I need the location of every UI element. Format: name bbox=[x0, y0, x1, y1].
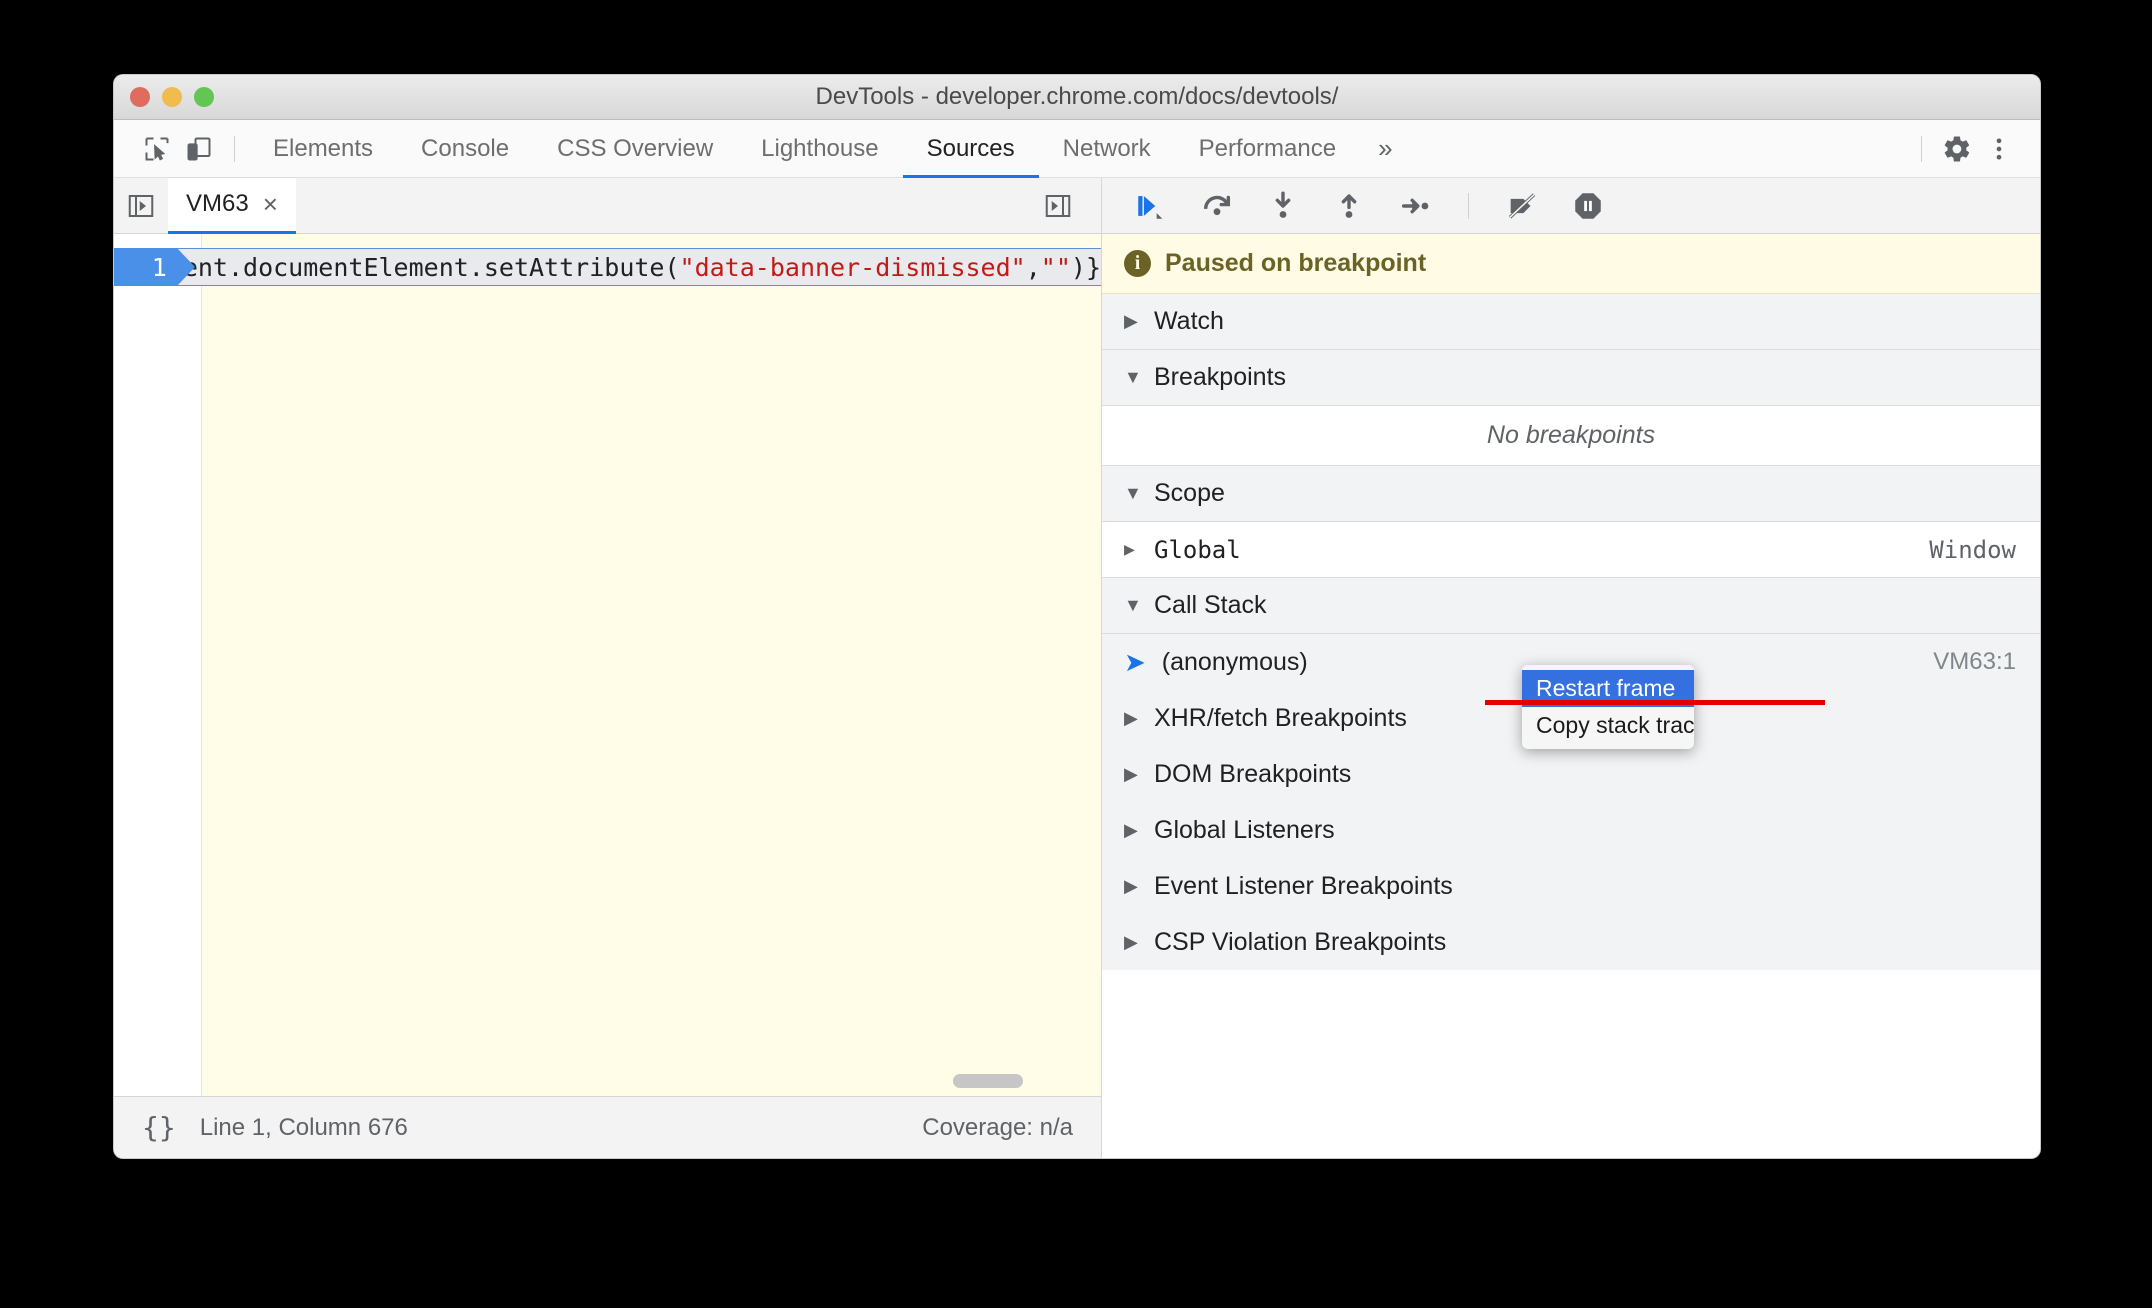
tab-network[interactable]: Network bbox=[1039, 120, 1175, 178]
frame-name: (anonymous) bbox=[1161, 647, 1308, 676]
window-titlebar: DevTools - developer.chrome.com/docs/dev… bbox=[114, 75, 2040, 120]
show-navigator-icon[interactable] bbox=[114, 178, 168, 234]
no-breakpoints-message: No breakpoints bbox=[1102, 406, 2040, 466]
code-suffix: )} bbox=[1070, 252, 1101, 282]
cursor-position: Line 1, Column 676 bbox=[199, 1113, 408, 1141]
step-icon[interactable] bbox=[1388, 182, 1442, 230]
tab-console[interactable]: Console bbox=[397, 120, 533, 178]
chevron-down-icon: ▼ bbox=[1124, 367, 1142, 387]
code-prefix: ent.documentElement.setAttribute( bbox=[182, 252, 680, 282]
section-breakpoints-label: Breakpoints bbox=[1154, 363, 1287, 391]
scope-value: Window bbox=[1929, 535, 2016, 564]
tab-css-overview[interactable]: CSS Overview bbox=[533, 120, 737, 178]
code-text: ent.documentElement.setAttribute("data-b… bbox=[183, 253, 1101, 282]
close-window-button[interactable] bbox=[130, 87, 150, 107]
chevron-right-icon: ▶ bbox=[1124, 931, 1138, 952]
current-frame-arrow-icon: ➤ bbox=[1124, 646, 1146, 677]
menu-item-copy-stack-trace[interactable]: Copy stack trace bbox=[1522, 707, 1694, 744]
chevron-down-icon: ▼ bbox=[1124, 595, 1142, 615]
zoom-window-button[interactable] bbox=[194, 87, 214, 107]
more-tabs-icon[interactable]: » bbox=[1360, 133, 1410, 164]
window-title: DevTools - developer.chrome.com/docs/dev… bbox=[815, 83, 1339, 110]
tab-performance[interactable]: Performance bbox=[1175, 120, 1360, 178]
scope-name: Global bbox=[1154, 535, 1241, 564]
scope-row-global[interactable]: ▶ Global Window bbox=[1102, 522, 2040, 578]
pretty-print-icon[interactable]: {} bbox=[142, 1111, 176, 1144]
devtools-window: DevTools - developer.chrome.com/docs/dev… bbox=[114, 75, 2040, 1158]
section-breakpoints[interactable]: ▼ Breakpoints bbox=[1102, 350, 2040, 406]
section-scope[interactable]: ▼ Scope bbox=[1102, 466, 2040, 522]
chevron-right-icon: ▶ bbox=[1124, 819, 1138, 840]
section-dom-breakpoints[interactable]: ▶ DOM Breakpoints bbox=[1102, 746, 2040, 802]
section-csp-label: CSP Violation Breakpoints bbox=[1154, 927, 1447, 956]
paused-banner-text: Paused on breakpoint bbox=[1165, 249, 1427, 277]
step-into-icon[interactable] bbox=[1256, 182, 1310, 230]
highlighted-code-line: 1 ent.documentElement.setAttribute("data… bbox=[114, 248, 1101, 286]
gear-icon[interactable] bbox=[1936, 128, 1978, 170]
frame-location: VM63:1 bbox=[1933, 648, 2016, 675]
screenshot-root: DevTools - developer.chrome.com/docs/dev… bbox=[0, 0, 2152, 1308]
file-tab-label: VM63 bbox=[186, 190, 249, 217]
pause-on-exceptions-icon[interactable] bbox=[1561, 182, 1615, 230]
devtools-panel-tabbar: Elements Console CSS Overview Lighthouse… bbox=[114, 120, 2040, 178]
tab-elements[interactable]: Elements bbox=[249, 120, 397, 178]
call-stack-context-menu: Restart frame Copy stack trace bbox=[1522, 665, 1694, 749]
sidebar-empty-area bbox=[1102, 970, 2040, 1158]
coverage-status: Coverage: n/a bbox=[922, 1113, 1073, 1141]
code-string-2: "" bbox=[1040, 252, 1071, 282]
close-icon[interactable]: × bbox=[263, 191, 278, 217]
strikethrough-annotation bbox=[1485, 700, 1825, 705]
editor-status-bar: {} Line 1, Column 676 Coverage: n/a bbox=[114, 1096, 1101, 1158]
section-scope-label: Scope bbox=[1154, 479, 1225, 507]
toolbar-divider-right bbox=[1921, 135, 1922, 162]
window-traffic-lights bbox=[130, 87, 214, 107]
section-call-stack[interactable]: ▼ Call Stack bbox=[1102, 578, 2040, 634]
chevron-right-icon: ▶ bbox=[1124, 707, 1138, 728]
chevron-right-icon: ▶ bbox=[1124, 311, 1138, 331]
chevron-right-icon: ▶ bbox=[1124, 539, 1135, 560]
section-event-listener-label: Event Listener Breakpoints bbox=[1154, 871, 1453, 900]
paused-on-breakpoint-banner: i Paused on breakpoint bbox=[1102, 234, 2040, 294]
chevron-right-icon: ▶ bbox=[1124, 875, 1138, 896]
tab-lighthouse[interactable]: Lighthouse bbox=[737, 120, 902, 178]
section-call-stack-label: Call Stack bbox=[1154, 591, 1267, 619]
chevron-down-icon: ▼ bbox=[1124, 483, 1142, 503]
resume-icon[interactable] bbox=[1124, 182, 1178, 230]
tab-sources[interactable]: Sources bbox=[903, 120, 1039, 178]
sources-editor-pane: VM63 × 1 ent.documentElement.setAttribut… bbox=[114, 177, 1102, 1158]
file-tab-vm63[interactable]: VM63 × bbox=[168, 177, 296, 234]
section-watch[interactable]: ▶ Watch bbox=[1102, 294, 2040, 350]
editor-gutter bbox=[114, 234, 202, 1096]
toolbar-divider bbox=[234, 135, 235, 162]
show-debugger-icon[interactable] bbox=[1031, 178, 1085, 234]
section-event-listener-breakpoints[interactable]: ▶ Event Listener Breakpoints bbox=[1102, 858, 2040, 914]
deactivate-breakpoints-icon[interactable] bbox=[1495, 182, 1549, 230]
section-global-listeners[interactable]: ▶ Global Listeners bbox=[1102, 802, 2040, 858]
debugger-controls-toolbar bbox=[1102, 178, 2040, 234]
horizontal-scrollbar[interactable] bbox=[953, 1074, 1023, 1088]
code-editor[interactable]: 1 ent.documentElement.setAttribute("data… bbox=[114, 234, 1101, 1096]
section-dom-label: DOM Breakpoints bbox=[1154, 759, 1352, 788]
section-watch-label: Watch bbox=[1154, 307, 1224, 335]
minimize-window-button[interactable] bbox=[162, 87, 182, 107]
debug-toolbar-divider bbox=[1468, 192, 1469, 219]
inspect-element-icon[interactable] bbox=[136, 128, 178, 170]
step-over-icon[interactable] bbox=[1190, 182, 1244, 230]
code-string-1: "data-banner-dismissed" bbox=[679, 252, 1026, 282]
section-xhr-label: XHR/fetch Breakpoints bbox=[1154, 703, 1407, 732]
device-toolbar-icon[interactable] bbox=[178, 128, 220, 170]
section-global-listeners-label: Global Listeners bbox=[1154, 815, 1335, 844]
chevron-right-icon: ▶ bbox=[1124, 763, 1138, 784]
file-tabbar: VM63 × bbox=[114, 177, 1101, 234]
more-vertical-icon[interactable] bbox=[1978, 128, 2020, 170]
step-out-icon[interactable] bbox=[1322, 182, 1376, 230]
devtools-body: VM63 × 1 ent.documentElement.setAttribut… bbox=[114, 177, 2040, 1158]
breakpoint-line-number[interactable]: 1 bbox=[114, 248, 195, 286]
info-icon: i bbox=[1124, 250, 1151, 277]
section-csp-violation-breakpoints[interactable]: ▶ CSP Violation Breakpoints bbox=[1102, 914, 2040, 970]
code-comma: , bbox=[1025, 252, 1041, 282]
